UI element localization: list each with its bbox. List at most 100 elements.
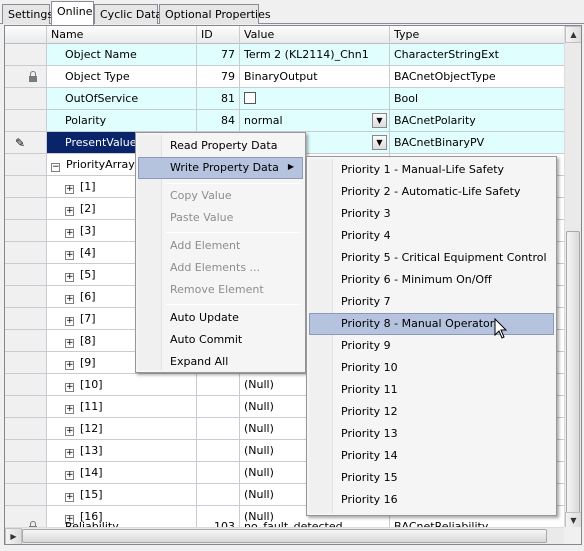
- menu-separator: [166, 304, 301, 305]
- tab-optional-properties[interactable]: Optional Properties: [159, 4, 271, 24]
- header-name[interactable]: Name: [47, 26, 197, 44]
- submenu-priority-4[interactable]: Priority 4: [309, 225, 554, 247]
- row-marker: [5, 110, 47, 132]
- row-value[interactable]: Term 2 (KL2114)_Chn1: [240, 44, 390, 66]
- expand-icon[interactable]: +: [65, 339, 74, 348]
- submenu-priority-7[interactable]: Priority 7: [309, 291, 554, 313]
- submenu-priority-5[interactable]: Priority 5 - Critical Equipment Control: [309, 247, 554, 269]
- row-name-label: [9]: [80, 356, 96, 369]
- row-name-label: [12]: [80, 422, 103, 435]
- row-name-label: [3]: [80, 224, 96, 237]
- submenu-priority-14[interactable]: Priority 14: [309, 445, 554, 467]
- scroll-right-icon[interactable]: ▶: [5, 528, 22, 544]
- row-name-label: [8]: [80, 334, 96, 347]
- chevron-down-icon[interactable]: ▼: [372, 135, 387, 150]
- expand-icon[interactable]: +: [65, 427, 74, 436]
- row-name-label: [6]: [80, 290, 96, 303]
- row-id: [197, 484, 240, 506]
- menu-remove-element[interactable]: Remove Element: [138, 279, 303, 301]
- horizontal-scroll-thumb[interactable]: [22, 529, 547, 543]
- submenu-priority-3[interactable]: Priority 3: [309, 203, 554, 225]
- out-of-service-checkbox[interactable]: [244, 92, 256, 104]
- submenu-priority-13[interactable]: Priority 13: [309, 423, 554, 445]
- row-name: Polarity: [47, 110, 197, 132]
- expand-icon[interactable]: +: [65, 361, 74, 370]
- row-value[interactable]: normal ▼: [240, 110, 390, 132]
- row-marker: [5, 88, 47, 110]
- expand-icon[interactable]: +: [65, 405, 74, 414]
- row-marker: [5, 330, 47, 352]
- scroll-up-icon[interactable]: ▲: [565, 26, 581, 43]
- row-name: Object Name: [47, 44, 197, 66]
- row-name: Object Type: [47, 66, 197, 88]
- table-row[interactable]: Object Name 77 Term 2 (KL2114)_Chn1 Char…: [5, 44, 565, 66]
- collapse-icon[interactable]: −: [51, 163, 60, 172]
- table-row[interactable]: Object Type 79 BinaryOutput BACnetObject…: [5, 66, 565, 88]
- submenu-priority-15[interactable]: Priority 15: [309, 467, 554, 489]
- row-value[interactable]: [240, 88, 390, 110]
- row-type: BACnetPolarity: [390, 110, 565, 132]
- horizontal-scrollbar[interactable]: ◀ ▶: [5, 527, 565, 544]
- menu-auto-update[interactable]: Auto Update: [138, 307, 303, 329]
- menu-write-property-data[interactable]: Write Property Data ▶: [138, 157, 303, 179]
- expand-icon[interactable]: +: [65, 317, 74, 326]
- submenu-priority-2[interactable]: Priority 2 - Automatic-Life Safety: [309, 181, 554, 203]
- expand-icon[interactable]: +: [65, 273, 74, 282]
- menu-add-element[interactable]: Add Element: [138, 235, 303, 257]
- header-type[interactable]: Type: [390, 26, 565, 44]
- menu-auto-commit[interactable]: Auto Commit: [138, 329, 303, 351]
- submenu-priority-12[interactable]: Priority 12: [309, 401, 554, 423]
- table-row[interactable]: OutOfService 81 Bool: [5, 88, 565, 110]
- expand-icon[interactable]: +: [65, 251, 74, 260]
- expand-icon[interactable]: +: [65, 207, 74, 216]
- row-name-label: [14]: [80, 466, 103, 479]
- table-row[interactable]: Polarity 84 normal ▼ BACnetPolarity: [5, 110, 565, 132]
- expand-icon[interactable]: +: [65, 493, 74, 502]
- menu-read-property-data[interactable]: Read Property Data: [138, 135, 303, 157]
- submenu-priority-10[interactable]: Priority 10: [309, 357, 554, 379]
- tab-bar: Settings Online Cyclic Data Optional Pro…: [0, 0, 584, 25]
- context-menu: Read Property Data Write Property Data ▶ …: [135, 132, 306, 373]
- menu-add-elements[interactable]: Add Elements ...: [138, 257, 303, 279]
- vertical-scroll-thumb[interactable]: [566, 231, 580, 521]
- row-type: BACnetBinaryPV: [390, 132, 565, 154]
- expand-icon[interactable]: +: [65, 185, 74, 194]
- chevron-down-icon[interactable]: ▼: [372, 113, 387, 128]
- row-name-label: [10]: [80, 378, 103, 391]
- row-marker: [5, 176, 47, 198]
- tab-cyclic-data[interactable]: Cyclic Data: [94, 4, 162, 24]
- submenu-priority-9[interactable]: Priority 9: [309, 335, 554, 357]
- mouse-cursor-icon: [494, 318, 508, 339]
- expand-icon[interactable]: +: [65, 383, 74, 392]
- submenu-priority-11[interactable]: Priority 11: [309, 379, 554, 401]
- tab-settings[interactable]: Settings: [2, 4, 53, 24]
- row-name-label: [1]: [80, 180, 96, 193]
- expand-icon[interactable]: +: [65, 449, 74, 458]
- row-marker: [5, 242, 47, 264]
- expand-icon[interactable]: +: [65, 229, 74, 238]
- expand-icon[interactable]: +: [65, 471, 74, 480]
- row-name: + [14]: [47, 462, 197, 484]
- row-name: + [15]: [47, 484, 197, 506]
- menu-expand-all[interactable]: Expand All: [138, 351, 303, 373]
- row-marker: [5, 308, 47, 330]
- header-id[interactable]: ID: [197, 26, 240, 44]
- submenu-priority-16[interactable]: Priority 16: [309, 489, 554, 511]
- vertical-scrollbar[interactable]: ▲ ▼: [564, 26, 581, 529]
- row-marker: [5, 440, 47, 462]
- header-value[interactable]: Value: [240, 26, 390, 44]
- submenu-priority-1[interactable]: Priority 1 - Manual-Life Safety: [309, 159, 554, 181]
- menu-separator: [166, 232, 301, 233]
- submenu-priority-8[interactable]: Priority 8 - Manual Operator: [309, 313, 554, 335]
- row-name-label: [15]: [80, 488, 103, 501]
- row-marker: [5, 352, 47, 374]
- tab-online[interactable]: Online: [51, 1, 94, 25]
- submenu-priority-6[interactable]: Priority 6 - Minimum On/Off: [309, 269, 554, 291]
- row-name: + [13]: [47, 440, 197, 462]
- row-name-label: [7]: [80, 312, 96, 325]
- grid-header: Name ID Value Type: [5, 26, 565, 44]
- menu-copy-value[interactable]: Copy Value: [138, 185, 303, 207]
- menu-paste-value[interactable]: Paste Value: [138, 207, 303, 229]
- priority-submenu: Priority 1 - Manual-Life Safety Priority …: [306, 156, 557, 516]
- expand-icon[interactable]: +: [65, 295, 74, 304]
